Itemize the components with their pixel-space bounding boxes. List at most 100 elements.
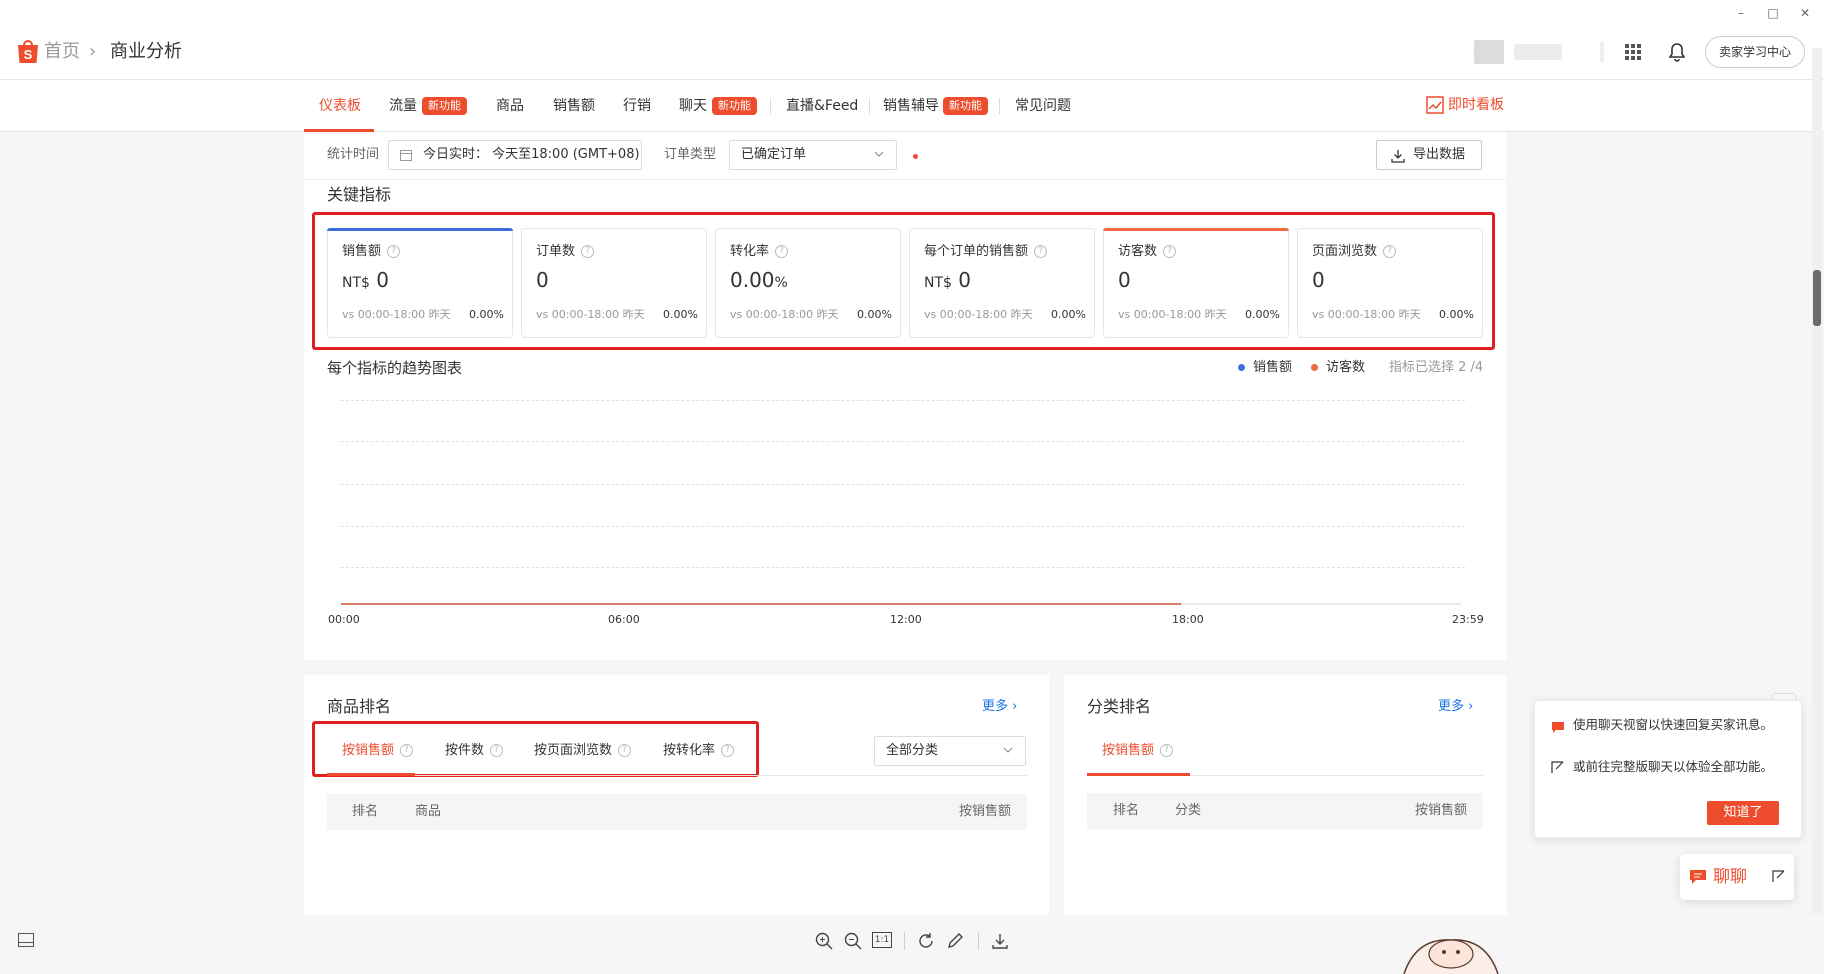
help-icon[interactable]: ? (387, 245, 401, 258)
tab-divider (869, 98, 870, 114)
column-header: 商品 (415, 804, 442, 819)
tab-faq[interactable]: 常见问题 (1015, 97, 1071, 115)
open-window-icon (1772, 870, 1785, 883)
tab-traffic[interactable]: 流量 (389, 97, 417, 115)
tab-divider (770, 98, 771, 114)
legend-item-visitors[interactable]: 访客数 (1311, 359, 1365, 377)
panel-toggle-icon[interactable] (18, 933, 36, 951)
more-label: 更多 (982, 699, 1009, 714)
metric-card-orders[interactable]: 订单数? 0 vs 00:00-18:00 昨天 0.00% (521, 228, 707, 338)
metric-card-sales-per-order[interactable]: 每个订单的销售额? NT$ 0 vs 00:00-18:00 昨天 0.00% (909, 228, 1095, 338)
metric-compare: vs 00:00-18:00 昨天 (924, 308, 1033, 321)
subtab-label: 按销售额 (342, 743, 395, 758)
export-data-button[interactable]: 导出数据 (1376, 140, 1482, 170)
metric-card-conversion[interactable]: 转化率? 0.00% vs 00:00-18:00 昨天 0.00% (715, 228, 901, 338)
category-ranking-title: 分类排名 (1087, 697, 1152, 716)
help-icon[interactable]: ? (581, 245, 595, 258)
shop-avatar[interactable] (1474, 40, 1504, 64)
tab-chat[interactable]: 聊天 (679, 97, 707, 115)
tab-dashboard[interactable]: 仪表板 (319, 97, 361, 115)
chart-gridline (341, 526, 1465, 527)
category-ranking-more-link[interactable]: 更多 › (1438, 698, 1473, 716)
tab-by-units[interactable]: 按件数? (445, 742, 504, 760)
tab-marketing[interactable]: 行销 (623, 97, 651, 115)
date-range-picker[interactable]: 今日实时： 今天至18:00 (GMT+08) (388, 140, 642, 170)
tab-by-conversion[interactable]: 按转化率? (663, 742, 735, 760)
order-type-select[interactable]: 已确定订单 (729, 140, 897, 170)
breadcrumb-home[interactable]: 首页 (44, 40, 80, 64)
toolbar-divider (978, 932, 979, 950)
category-select-value: 全部分类 (886, 743, 939, 758)
edit-pencil-icon[interactable] (946, 932, 964, 950)
metric-value: 0 (958, 268, 972, 292)
tab-sales-coaching[interactable]: 销售辅导 (883, 97, 939, 115)
download-icon[interactable] (991, 932, 1009, 950)
card-accent-bar (327, 228, 513, 231)
metric-title: 每个订单的销售额 (924, 244, 1029, 259)
chat-bubble-icon (1689, 869, 1707, 885)
metric-compare: vs 00:00-18:00 昨天 (342, 308, 451, 321)
metric-card-page-views[interactable]: 页面浏览数? 0 vs 00:00-18:00 昨天 0.00% (1297, 228, 1483, 338)
maximize-button[interactable]: □ (1758, 4, 1788, 22)
tab-products[interactable]: 商品 (496, 97, 524, 115)
metric-value: 0.00 (730, 268, 775, 292)
apps-grid-icon[interactable] (1624, 43, 1642, 61)
shopee-logo-icon[interactable]: S (16, 38, 40, 64)
currency-prefix: NT$ (924, 275, 952, 291)
tab-live-feed[interactable]: 直播&Feed (786, 97, 858, 115)
mascot-illustration (1396, 930, 1506, 974)
chart-gridline (341, 441, 1465, 442)
help-icon[interactable]: ? (1163, 245, 1177, 258)
legend-item-sales[interactable]: 销售额 (1238, 359, 1292, 377)
help-icon[interactable]: ? (775, 245, 789, 258)
tab-sales[interactable]: 销售额 (553, 97, 595, 115)
got-it-button[interactable]: 知道了 (1707, 801, 1779, 825)
realtime-dashboard-link[interactable]: 即时看板 (1426, 95, 1504, 115)
shop-name-blurred[interactable] (1514, 44, 1562, 60)
x-tick-label: 00:00 (328, 613, 360, 626)
seller-center-button[interactable]: 卖家学习中心 (1705, 36, 1805, 68)
chat-button[interactable]: 聊聊 (1680, 854, 1794, 900)
metric-change: 0.00% (1245, 308, 1280, 321)
metric-card-sales[interactable]: 销售额? NT$ 0 vs 00:00-18:00 昨天 0.00% (327, 228, 513, 338)
metric-compare: vs 00:00-18:00 昨天 (536, 308, 645, 321)
zoom-out-icon[interactable] (844, 932, 862, 950)
help-icon[interactable]: ? (618, 744, 632, 757)
metric-change: 0.00% (1051, 308, 1086, 321)
bell-icon[interactable] (1669, 42, 1685, 62)
minimize-button[interactable]: – (1726, 4, 1756, 22)
chat-tip-line-2: 或前往完整版聊天以体验全部功能。 (1573, 759, 1774, 774)
actual-size-button[interactable]: 1:1 (872, 932, 892, 948)
page-title: 商业分析 (110, 41, 182, 62)
x-tick-label: 06:00 (608, 613, 640, 626)
help-icon[interactable]: ? (1034, 245, 1048, 258)
metric-compare: vs 00:00-18:00 昨天 (1118, 308, 1227, 321)
stat-time-label: 统计时间 (327, 147, 380, 162)
active-subtab-indicator (327, 773, 415, 776)
zoom-in-icon[interactable] (815, 932, 833, 950)
category-select[interactable]: 全部分类 (874, 736, 1026, 766)
subtab-label: 按转化率 (663, 743, 716, 758)
new-feature-badge: 新功能 (712, 97, 757, 115)
product-table-header: 排名 商品 按销售额 (327, 794, 1027, 830)
page-scrollbar[interactable] (1812, 48, 1822, 914)
help-icon[interactable]: ? (400, 744, 414, 757)
metric-card-visitors[interactable]: 访客数? 0 vs 00:00-18:00 昨天 0.00% (1103, 228, 1289, 338)
status-dot (913, 154, 918, 159)
new-feature-badge: 新功能 (422, 97, 467, 115)
tab-by-sales[interactable]: 按销售额? (342, 742, 414, 760)
tab-by-page-views[interactable]: 按页面浏览数? (534, 742, 632, 760)
tab-category-by-sales[interactable]: 按销售额? (1102, 742, 1174, 760)
scrollbar-thumb[interactable] (1813, 270, 1821, 326)
help-icon[interactable]: ? (721, 744, 735, 757)
help-icon[interactable]: ? (490, 744, 504, 757)
trend-chart-icon (1426, 96, 1444, 114)
help-icon[interactable]: ? (1160, 744, 1174, 757)
selected-metrics-count: 指标已选择 2 /4 (1389, 360, 1484, 375)
rotate-icon[interactable] (917, 932, 935, 950)
help-icon[interactable]: ? (1383, 245, 1397, 258)
chat-label: 聊聊 (1713, 867, 1747, 887)
key-metrics-title: 关键指标 (327, 185, 392, 204)
close-button[interactable]: ✕ (1790, 4, 1820, 22)
product-ranking-more-link[interactable]: 更多 › (982, 698, 1017, 716)
